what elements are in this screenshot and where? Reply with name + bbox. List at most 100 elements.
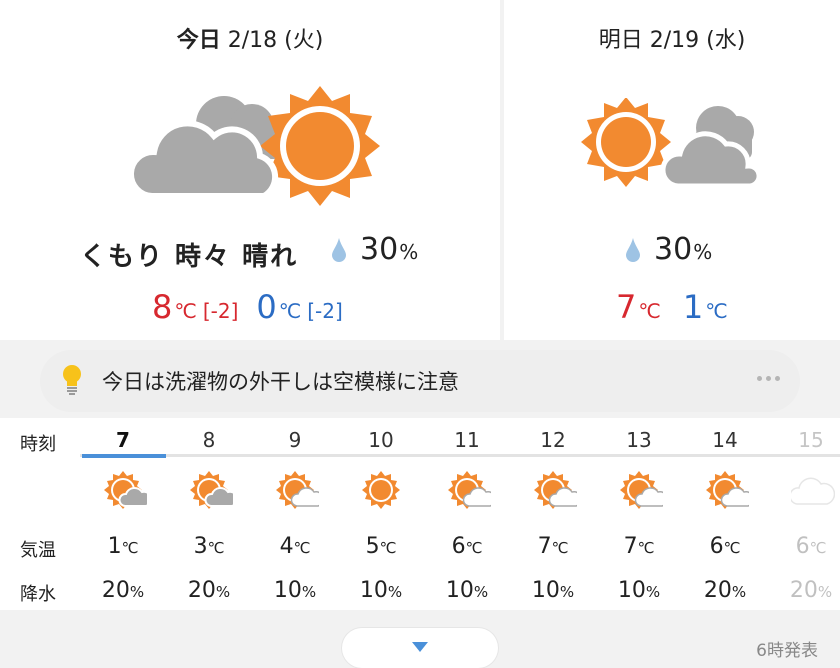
hour-precip: 20% bbox=[166, 578, 252, 603]
hour-temp: 1℃ bbox=[80, 534, 166, 559]
sun-cloud-white-icon bbox=[275, 470, 324, 514]
raindrop-icon bbox=[626, 237, 640, 262]
hour-label: 8 bbox=[202, 428, 216, 452]
tomorrow-weekday: (水) bbox=[706, 28, 746, 53]
hour-precip-unit: % bbox=[817, 583, 833, 601]
hour-track bbox=[80, 454, 840, 457]
hourly-forecast: 時刻 気温 降水 7 1℃ 20% 8 3℃ 20% 9 4℃ 10% 10 5℃ 10% 11 6℃ 10… bbox=[0, 418, 840, 610]
hourly-scroll-area[interactable]: 7 1℃ 20% 8 3℃ 20% 9 4℃ 10% 10 5℃ 10% 11 6℃ 10% 12 7℃ 10% 1… bbox=[80, 418, 840, 610]
tomorrow-temps: 7 ℃ 1 ℃ bbox=[616, 288, 728, 326]
today-weekday: (火) bbox=[284, 28, 324, 53]
hour-precip-unit: % bbox=[129, 583, 145, 601]
hour-precip-unit: % bbox=[215, 583, 231, 601]
hour-precip-value: 10 bbox=[531, 578, 560, 603]
sun-cloud-white-icon bbox=[619, 470, 668, 514]
tomorrow-high-unit: ℃ bbox=[638, 299, 661, 323]
tomorrow-date: 2/19 bbox=[649, 28, 700, 53]
chevron-down-icon bbox=[412, 642, 428, 652]
current-hour-indicator bbox=[82, 454, 166, 458]
sun-cloud-gray-icon bbox=[103, 470, 153, 514]
hour-temp-value: 6 bbox=[709, 534, 724, 559]
laundry-advice-banner[interactable]: 今日は洗濯物の外干しは空模様に注意 bbox=[40, 350, 800, 412]
today-high-temp: 8 bbox=[152, 288, 173, 326]
lightbulb-icon bbox=[62, 364, 82, 400]
tomorrow-high-temp: 7 bbox=[616, 288, 637, 326]
hour-temp: 3℃ bbox=[166, 534, 252, 559]
tomorrow-forecast-card: 明日 2/19 (水) 30 % 7 ℃ 1 ℃ bbox=[504, 0, 840, 340]
today-low-temp: 0 bbox=[256, 288, 277, 326]
hour-temp-value: 5 bbox=[365, 534, 380, 559]
today-temps: 8 ℃ [-2] 0 ℃ [-2] bbox=[152, 288, 343, 326]
today-date-label: 今日 2/18 (火) bbox=[0, 22, 500, 54]
hour-temp-value: 7 bbox=[623, 534, 638, 559]
today-precip: 30 % bbox=[332, 232, 418, 267]
hour-temp-unit: ℃ bbox=[637, 539, 655, 557]
today-low-diff: [-2] bbox=[307, 299, 343, 323]
today-forecast-card: 今日 2/18 (火) くもり 時々 晴れ 30 % 8 ℃ [-2] 0 ℃ … bbox=[0, 0, 500, 340]
hour-temp-unit: ℃ bbox=[809, 539, 827, 557]
hour-precip-unit: % bbox=[731, 583, 747, 601]
hour-label: 13 bbox=[626, 428, 652, 452]
raindrop-icon bbox=[332, 237, 346, 262]
hour-temp: 6℃ bbox=[424, 534, 510, 559]
hour-temp-unit: ℃ bbox=[379, 539, 397, 557]
hour-precip-value: 10 bbox=[359, 578, 388, 603]
label-precip: 降水 bbox=[20, 584, 56, 605]
hour-temp: 6℃ bbox=[768, 534, 840, 559]
cloud-icon bbox=[789, 470, 836, 514]
tomorrow-precip: 30 % bbox=[626, 232, 712, 267]
sun-cloud-white-icon bbox=[447, 470, 496, 514]
hour-temp-value: 6 bbox=[795, 534, 810, 559]
more-options-icon[interactable] bbox=[757, 376, 780, 381]
hour-label: 14 bbox=[712, 428, 738, 452]
today-high-unit: ℃ bbox=[174, 299, 197, 323]
hour-precip-unit: % bbox=[387, 583, 403, 601]
tomorrow-precip-unit: % bbox=[693, 240, 713, 264]
today-precip-unit: % bbox=[399, 240, 419, 264]
hour-precip: 20% bbox=[682, 578, 768, 603]
hour-precip-value: 20 bbox=[703, 578, 732, 603]
cloud-then-sun-icon bbox=[128, 84, 382, 214]
hour-precip-value: 10 bbox=[445, 578, 474, 603]
today-condition: くもり 時々 晴れ bbox=[80, 242, 299, 272]
advice-text: 今日は洗濯物の外干しは空模様に注意 bbox=[102, 370, 459, 394]
hour-precip-value: 10 bbox=[617, 578, 646, 603]
expand-button[interactable] bbox=[342, 628, 498, 668]
label-temp: 気温 bbox=[20, 540, 56, 561]
hour-temp-unit: ℃ bbox=[121, 539, 139, 557]
hour-precip-value: 20 bbox=[789, 578, 818, 603]
hour-precip-value: 10 bbox=[273, 578, 302, 603]
hour-temp-unit: ℃ bbox=[465, 539, 483, 557]
hour-precip-value: 20 bbox=[187, 578, 216, 603]
hour-precip-unit: % bbox=[559, 583, 575, 601]
hour-precip: 10% bbox=[252, 578, 338, 603]
hour-precip-unit: % bbox=[301, 583, 317, 601]
hour-temp-value: 4 bbox=[279, 534, 294, 559]
today-date: 2/18 bbox=[227, 28, 278, 53]
sun-then-cloud-icon bbox=[578, 97, 762, 194]
hour-label: 11 bbox=[454, 428, 480, 452]
sun-icon bbox=[361, 470, 405, 514]
hour-precip: 10% bbox=[510, 578, 596, 603]
hour-precip: 10% bbox=[424, 578, 510, 603]
hour-temp-value: 1 bbox=[107, 534, 122, 559]
label-time: 時刻 bbox=[20, 434, 56, 455]
tomorrow-low-unit: ℃ bbox=[705, 299, 728, 323]
hour-temp-value: 3 bbox=[193, 534, 208, 559]
hour-temp-unit: ℃ bbox=[551, 539, 569, 557]
today-precip-value: 30 bbox=[360, 232, 399, 267]
hour-temp-value: 7 bbox=[537, 534, 552, 559]
hour-label: 12 bbox=[540, 428, 566, 452]
hour-precip: 10% bbox=[596, 578, 682, 603]
today-low-unit: ℃ bbox=[278, 299, 302, 323]
sun-cloud-white-icon bbox=[705, 470, 754, 514]
hour-temp-unit: ℃ bbox=[293, 539, 311, 557]
hour-label: 10 bbox=[368, 428, 394, 452]
hour-precip-unit: % bbox=[473, 583, 489, 601]
hour-precip: 10% bbox=[338, 578, 424, 603]
hour-temp: 5℃ bbox=[338, 534, 424, 559]
hour-label: 9 bbox=[288, 428, 302, 452]
today-high-diff: [-2] bbox=[202, 299, 239, 323]
hour-temp-unit: ℃ bbox=[723, 539, 741, 557]
hour-temp-unit: ℃ bbox=[207, 539, 225, 557]
